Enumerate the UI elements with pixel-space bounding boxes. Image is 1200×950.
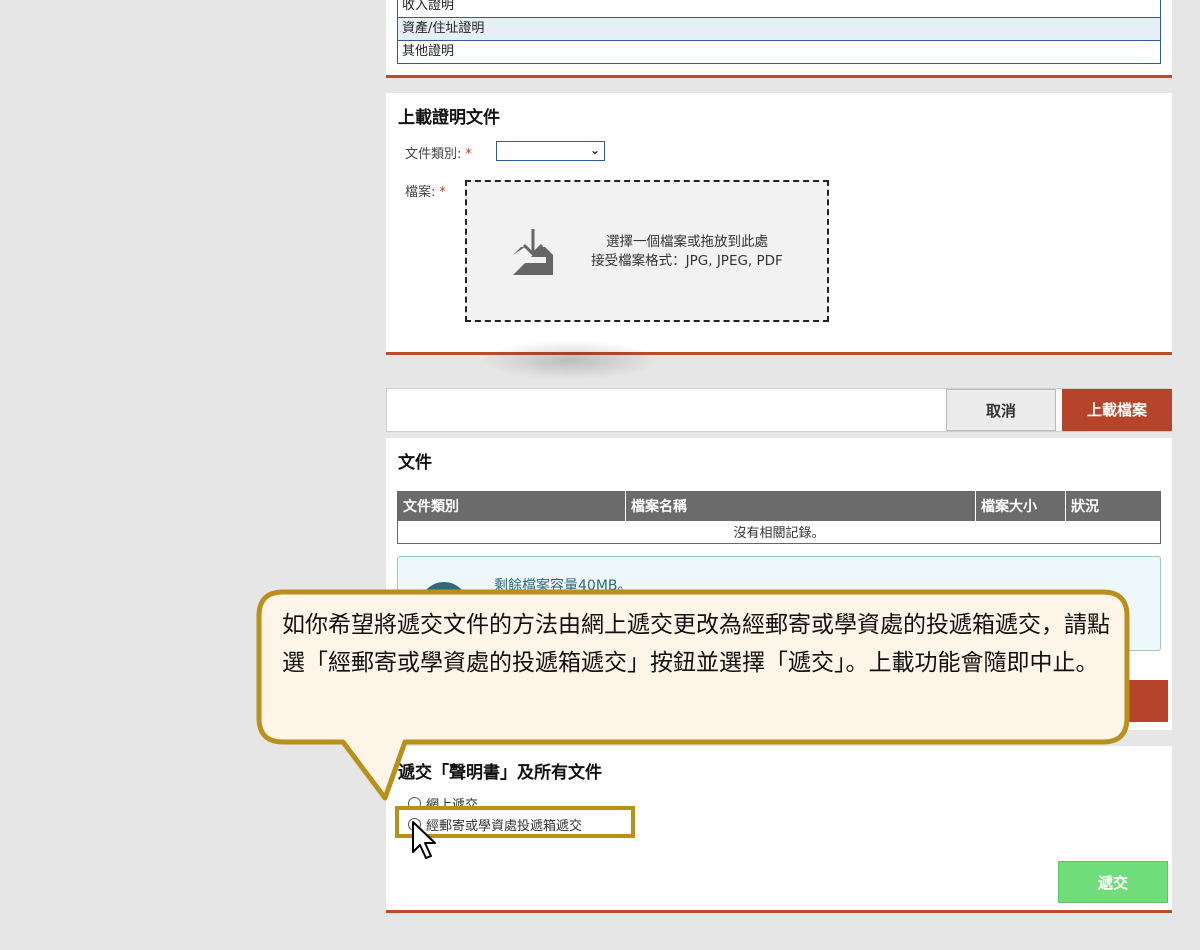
table-row: 沒有相關記錄。: [397, 520, 1161, 544]
upload-panel: 上載證明文件 文件類別: * ⌄ 檔案: * 選擇一個檔案或拖放到此處 接受檔案格式…: [386, 93, 1172, 355]
dropzone-text: 選擇一個檔案或拖放到此處 接受檔案格式：JPG, JPEG, PDF: [591, 234, 783, 269]
column-header: 狀況: [1065, 491, 1161, 521]
upload-title: 上載證明文件: [398, 108, 500, 128]
shadow-decoration: [480, 340, 660, 380]
file-dropzone[interactable]: 選擇一個檔案或拖放到此處 接受檔案格式：JPG, JPEG, PDF: [465, 180, 829, 322]
submit-button[interactable]: 遞交: [1058, 861, 1168, 903]
documents-table: 文件類別 檔案名稱 檔案大小 狀況 沒有相關記錄。: [397, 491, 1161, 544]
list-item[interactable]: 收入證明: [398, 0, 1160, 17]
column-header: 文件類別: [397, 491, 626, 521]
column-header: 檔案大小: [975, 491, 1066, 521]
doc-type-select[interactable]: ⌄: [496, 141, 605, 161]
list-item[interactable]: 其他證明: [398, 40, 1160, 63]
list-item[interactable]: 資產/住址證明: [398, 17, 1160, 40]
callout-text: 如你希望將遞交文件的方法由網上遞交更改為經郵寄或學資處的投遞箱遞交，請點選「經郵…: [282, 612, 1110, 676]
upload-action-bar: 取消 上載檔案: [386, 388, 1172, 432]
proof-type-list: 收入證明 資產/住址證明 其他證明: [397, 0, 1161, 64]
upload-file-button[interactable]: 上載檔案: [1062, 389, 1172, 431]
cancel-button[interactable]: 取消: [946, 389, 1056, 431]
empty-row-text: 沒有相關記錄。: [397, 520, 1161, 544]
proof-type-panel: 收入證明 資產/住址證明 其他證明: [386, 0, 1172, 78]
doc-type-label: 文件類別: *: [405, 147, 472, 162]
chevron-down-icon: ⌄: [589, 143, 600, 157]
cursor-arrow-icon: [412, 821, 436, 859]
file-label: 檔案: *: [405, 185, 446, 200]
documents-title: 文件: [398, 453, 432, 473]
download-tray-icon: [513, 229, 553, 275]
column-header: 檔案名稱: [625, 491, 976, 521]
